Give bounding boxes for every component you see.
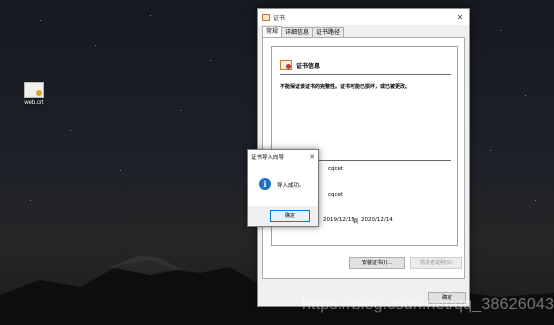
star — [500, 30, 501, 31]
divider — [280, 74, 451, 75]
desktop-file-web-crt[interactable]: web.crt — [18, 82, 50, 106]
certificate-icon — [262, 13, 270, 21]
info-header: 证书信息 — [280, 60, 320, 70]
tab-details[interactable]: 详细信息 — [281, 27, 314, 37]
import-wizard-dialog: 证书导入向导 ✕ i 导入成功。 确定 — [247, 149, 319, 227]
certificate-warning-icon — [280, 60, 292, 70]
watermark: https://blog.csdn.net/qq_38626043 — [302, 296, 554, 313]
desktop-icon-label: web.crt — [24, 100, 44, 106]
info-icon: i — [259, 178, 271, 190]
tab-cert-path[interactable]: 证书路径 — [312, 27, 345, 37]
info-title: 证书信息 — [296, 62, 321, 70]
issuer-statement-button[interactable]: 颁发者说明(S) — [410, 257, 462, 269]
issued-by-value: cqcet — [328, 192, 344, 198]
star — [95, 45, 96, 46]
valid-to-value: 2020/12/14 — [361, 217, 393, 223]
valid-from-value: 2019/12/15 — [323, 217, 355, 223]
star — [180, 110, 181, 111]
star — [120, 170, 121, 171]
window-titlebar[interactable]: 证书 ✕ — [258, 9, 469, 25]
star — [535, 200, 536, 201]
valid-to-prefix: 到 — [353, 219, 359, 225]
star — [30, 200, 31, 201]
close-icon[interactable]: ✕ — [306, 153, 318, 161]
install-certificate-button[interactable]: 安装证书(I)... — [349, 257, 405, 269]
star — [210, 60, 211, 61]
dialog-footer: 确定 — [248, 206, 318, 226]
tab-general[interactable]: 常规 — [262, 26, 283, 37]
dialog-titlebar[interactable]: 证书导入向导 ✕ — [248, 150, 318, 164]
star — [150, 15, 151, 16]
dialog-ok-button[interactable]: 确定 — [270, 210, 310, 222]
integrity-warning: 不能保证该证书的完整性。证书可能已损坏，或已被更改。 — [280, 84, 411, 90]
star — [70, 130, 71, 131]
tab-bar: 常规 详细信息 证书路径 — [262, 26, 345, 37]
import-success-message: 导入成功。 — [277, 183, 305, 189]
close-icon[interactable]: ✕ — [451, 9, 469, 25]
certificate-file-icon — [24, 82, 44, 98]
star — [490, 150, 491, 151]
window-title: 证书 — [273, 14, 286, 22]
dialog-body: i 导入成功。 — [248, 164, 318, 206]
star — [525, 95, 526, 96]
issued-to-value: cqcet — [328, 166, 344, 172]
dialog-title: 证书导入向导 — [251, 155, 285, 161]
star — [40, 20, 41, 21]
